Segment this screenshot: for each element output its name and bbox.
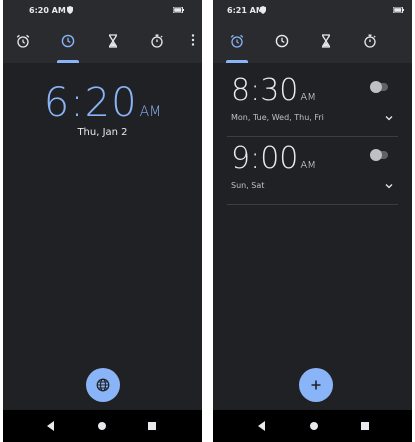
tab-alarm[interactable] (226, 29, 248, 53)
recents-icon[interactable] (148, 422, 156, 430)
toggle-knob (370, 81, 382, 93)
alarm-time-display[interactable]: 9:00 AM (231, 141, 316, 176)
tab-clock[interactable] (271, 29, 293, 53)
clock-icon (275, 34, 289, 48)
alarm-ampm: AM (300, 160, 316, 171)
clock-icon (61, 34, 75, 48)
tab-clock[interactable] (57, 29, 79, 53)
tab-alarm[interactable] (12, 29, 34, 53)
alarm-time-display[interactable]: 8:30 AM (231, 73, 316, 108)
chevron-down-icon[interactable] (384, 113, 394, 123)
clock-screen: 6:20 AM 6:20 AM Thu, Jan 2 (3, 0, 202, 442)
alarm-item[interactable]: 8:30 AM Mon, Tue, Wed, Thu, Fri (213, 63, 412, 137)
clock-date: Thu, Jan 2 (77, 127, 128, 138)
shield-icon (260, 6, 266, 14)
divider (227, 204, 398, 205)
alarm-days: Sun, Sat (231, 181, 265, 190)
globe-icon (96, 378, 110, 392)
tab-timer[interactable] (102, 29, 124, 53)
clock-time-display: 6:20 AM (3, 80, 202, 126)
timer-icon (108, 34, 118, 48)
stopwatch-icon (364, 34, 376, 48)
alarm-icon (16, 34, 30, 48)
stopwatch-icon (151, 34, 163, 48)
home-icon[interactable] (98, 422, 106, 430)
alarm-days: Mon, Tue, Wed, Thu, Fri (231, 113, 324, 122)
alarm-toggle[interactable] (370, 149, 388, 161)
add-city-button[interactable] (86, 368, 120, 402)
tab-timer[interactable] (315, 29, 337, 53)
tab-bar (213, 22, 412, 63)
shield-icon (67, 6, 73, 14)
alarm-time: 9:00 (231, 141, 299, 176)
status-bar: 6:20 AM (3, 0, 202, 22)
tab-stopwatch[interactable] (146, 29, 168, 53)
add-icon (311, 380, 321, 390)
chevron-down-icon[interactable] (384, 181, 394, 191)
recents-icon[interactable] (361, 422, 369, 430)
alarm-item[interactable]: 9:00 AM Sun, Sat (213, 131, 412, 205)
status-time: 6:20 AM (29, 6, 66, 15)
back-icon[interactable] (258, 421, 265, 431)
battery-icon (173, 7, 184, 13)
back-icon[interactable] (47, 421, 54, 431)
status-time: 6:21 AM (227, 6, 264, 15)
home-icon[interactable] (310, 422, 318, 430)
battery-icon (393, 7, 404, 13)
alarm-icon (230, 34, 244, 48)
timer-icon (321, 34, 331, 48)
toggle-knob (370, 149, 382, 161)
status-bar: 6:21 AM (213, 0, 412, 22)
clock-time: 6:20 (43, 80, 138, 126)
tab-bar (3, 22, 202, 63)
clock-ampm: AM (139, 104, 162, 120)
active-tab-indicator (57, 60, 79, 63)
add-alarm-button[interactable] (299, 368, 333, 402)
more-vert-icon[interactable] (188, 32, 198, 48)
system-nav-bar (213, 410, 412, 442)
alarm-screen: 6:21 AM 8:30 AM Mon, Tue, Wed, Thu, Fri … (213, 0, 412, 442)
tab-stopwatch[interactable] (359, 29, 381, 53)
alarm-toggle[interactable] (370, 81, 388, 93)
alarm-time: 8:30 (231, 73, 299, 108)
system-nav-bar (3, 410, 202, 442)
alarm-ampm: AM (300, 92, 316, 103)
